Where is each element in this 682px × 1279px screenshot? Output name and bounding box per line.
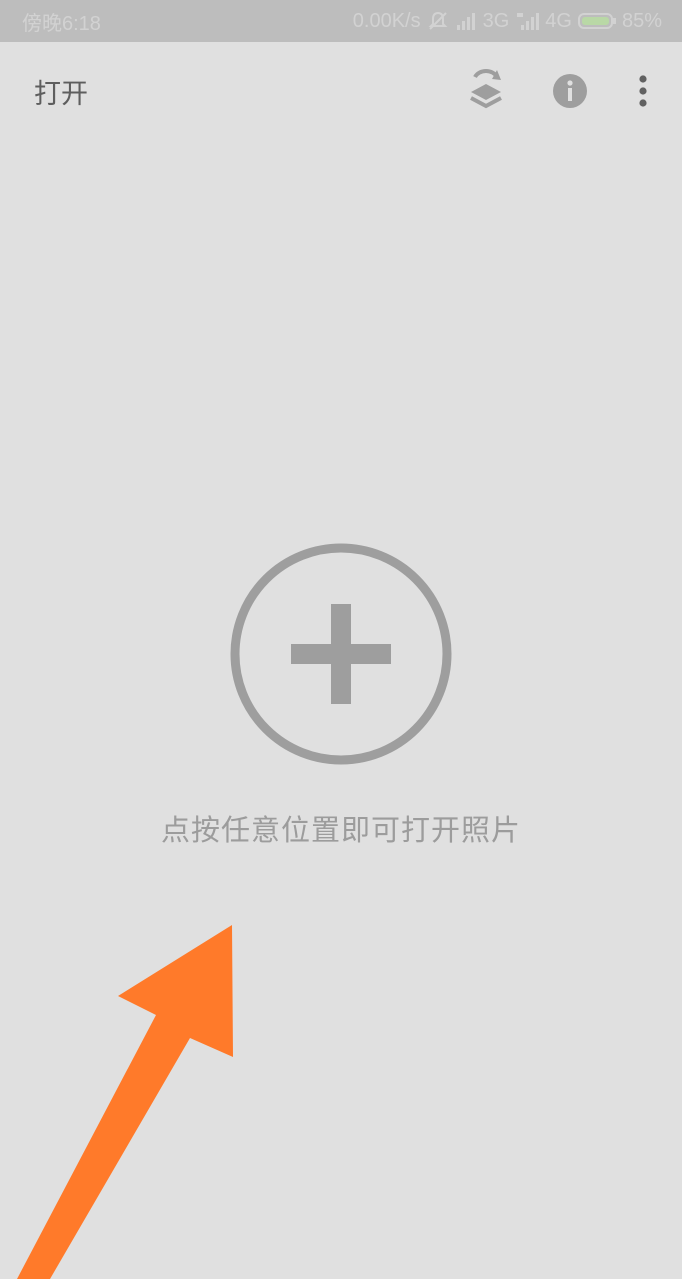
layers-sync-icon[interactable] <box>466 68 506 118</box>
more-vert-icon[interactable] <box>636 74 650 112</box>
net-3g: 3G <box>482 9 510 32</box>
battery-percent: 85% <box>621 9 662 32</box>
mute-icon <box>427 10 449 32</box>
net-speed: 0.00K/s <box>352 9 421 32</box>
page-title: 打开 <box>34 79 88 110</box>
status-bar: 傍晚6:18 0.00K/s 3G 4G 85% <box>0 0 682 42</box>
add-circle-icon <box>230 543 452 765</box>
add-photo-button[interactable] <box>229 542 453 766</box>
signal-icon-1 <box>455 11 477 31</box>
info-icon[interactable] <box>552 73 588 113</box>
app-bar: 打开 <box>0 42 682 138</box>
battery-icon <box>577 13 616 29</box>
signal-icon-2 <box>515 11 540 31</box>
battery: 85% <box>577 9 662 33</box>
open-photo-hint: 点按任意位置即可打开照片 <box>160 813 521 847</box>
status-time: 傍晚6:18 <box>22 12 101 35</box>
net-4g: 4G <box>545 9 572 32</box>
status-indicators: 0.00K/s 3G 4G 85% <box>353 10 662 33</box>
